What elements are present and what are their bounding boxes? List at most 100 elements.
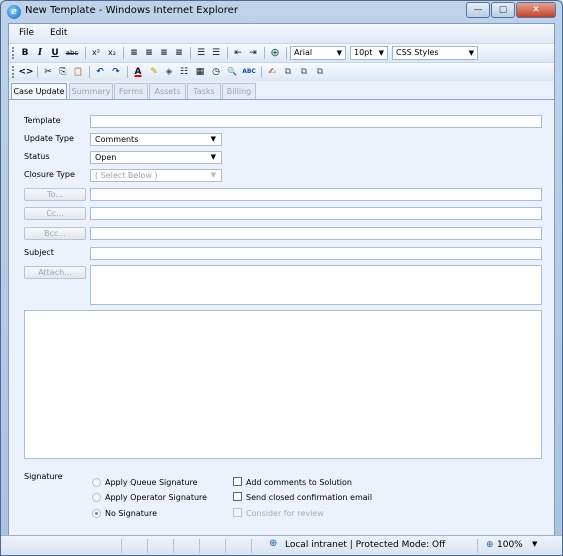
insert-solution-icon[interactable]: ⧉ <box>297 65 311 79</box>
status-label: Status <box>24 152 50 161</box>
superscript-button[interactable]: x² <box>89 46 103 60</box>
highlight-icon[interactable]: ✎ <box>147 65 161 79</box>
horizontal-rule-icon[interactable]: ☷ <box>177 65 191 79</box>
closure-type-value: ( Select Below ) <box>95 171 158 180</box>
maximize-button[interactable]: ▢ <box>491 2 515 18</box>
menu-file[interactable]: File <box>19 28 34 38</box>
closure-type-select[interactable]: ( Select Below ) ▼ <box>90 169 222 182</box>
send-closed-email-checkbox[interactable] <box>233 492 242 501</box>
outdent-icon[interactable]: ⇤ <box>231 46 245 60</box>
status-separator <box>173 539 174 553</box>
to-button[interactable]: To... <box>24 188 86 201</box>
redo-icon[interactable]: ↷ <box>109 65 123 79</box>
minimize-button[interactable]: — <box>466 2 490 18</box>
consider-for-review-checkbox[interactable] <box>233 508 242 517</box>
align-center-icon[interactable]: ≡ <box>142 46 156 60</box>
template-input[interactable] <box>90 115 542 128</box>
tab-billing[interactable]: Billing <box>222 83 256 100</box>
paste-icon[interactable]: 📋 <box>71 65 85 79</box>
insert-document-icon[interactable]: ⧉ <box>313 65 327 79</box>
chevron-down-icon: ▼ <box>210 171 216 179</box>
zoom-dropdown-icon[interactable]: ▼ <box>532 540 537 548</box>
consider-for-review-label: Consider for review <box>246 509 324 518</box>
toolbar-separator <box>264 47 265 59</box>
window-title: New Template - Windows Internet Explorer <box>25 5 238 16</box>
tab-forms[interactable]: Forms <box>114 83 148 100</box>
add-comments-label: Add comments to Solution <box>246 478 352 487</box>
apply-queue-signature-radio[interactable] <box>92 478 101 487</box>
security-zone-text[interactable]: Local intranet | Protected Mode: Off <box>285 540 445 550</box>
undo-icon[interactable]: ↶ <box>93 65 107 79</box>
attach-button[interactable]: Attach... <box>24 266 86 279</box>
zoom-level[interactable]: 100% <box>497 540 523 550</box>
font-family-select[interactable]: Arial ▼ <box>290 46 346 60</box>
toolbar-grip[interactable] <box>12 66 14 78</box>
no-signature-label: No Signature <box>105 509 158 518</box>
message-body-editor[interactable] <box>24 310 542 459</box>
chevron-down-icon: ▼ <box>336 49 342 57</box>
ordered-list-icon[interactable]: ☰ <box>194 46 208 60</box>
format-toolbar: B I U abc x² x₂ ≡ ≡ ≡ ≡ ☰ ☰ ⇤ ⇥ ⊕ Arial ▼ <box>9 43 554 62</box>
no-signature-radio[interactable] <box>92 509 101 518</box>
internet-explorer-icon: e <box>7 5 21 19</box>
tab-assets[interactable]: Assets <box>149 83 186 100</box>
font-size-select[interactable]: 10pt ▼ <box>350 46 388 60</box>
closure-type-label: Closure Type <box>24 170 75 179</box>
send-closed-email-label: Send closed confirmation email <box>246 493 373 502</box>
align-left-icon[interactable]: ≡ <box>127 46 141 60</box>
cc-input[interactable] <box>90 207 542 220</box>
find-icon[interactable]: 🔍 <box>225 65 239 79</box>
strikethrough-button[interactable]: abc <box>63 46 81 60</box>
to-input[interactable] <box>90 188 542 201</box>
underline-button[interactable]: U <box>48 46 62 60</box>
menu-edit[interactable]: Edit <box>50 28 67 38</box>
toolbar-grip[interactable] <box>12 47 14 59</box>
table-icon[interactable]: ▦ <box>193 65 207 79</box>
toolbar-separator <box>227 47 228 59</box>
apply-operator-signature-radio[interactable] <box>92 493 101 502</box>
zoom-icon: ⊕ <box>486 540 494 550</box>
align-right-icon[interactable]: ≡ <box>157 46 171 60</box>
edit-note-icon[interactable]: ✍ <box>265 65 279 79</box>
toolbar-separator <box>37 66 38 78</box>
bcc-button[interactable]: Bcc... <box>24 227 86 240</box>
close-button[interactable]: ✕ <box>516 2 556 18</box>
clock-icon[interactable]: ◷ <box>209 65 223 79</box>
spellcheck-icon[interactable]: ABC <box>240 65 258 79</box>
cc-button[interactable]: Cc... <box>24 207 86 220</box>
menu-bar: File Edit <box>9 24 554 43</box>
css-style-select[interactable]: CSS Styles ▼ <box>392 46 478 60</box>
tab-summary[interactable]: Summary <box>69 83 113 100</box>
hyperlink-globe-icon[interactable]: ⊕ <box>268 46 282 60</box>
bold-button[interactable]: B <box>18 46 32 60</box>
subject-input[interactable] <box>90 247 542 260</box>
italic-button[interactable]: I <box>33 46 47 60</box>
font-color-icon[interactable]: A <box>131 65 145 79</box>
tab-tasks[interactable]: Tasks <box>187 83 221 100</box>
bcc-input[interactable] <box>90 227 542 240</box>
case-update-panel: Template Update Type Comments ▼ Status Op… <box>9 99 554 536</box>
image-icon[interactable]: ◈ <box>162 65 176 79</box>
attachments-list[interactable] <box>90 265 542 305</box>
toolbar-separator <box>89 66 90 78</box>
toolbar-separator <box>127 66 128 78</box>
insert-template-icon[interactable]: ⧉ <box>281 65 295 79</box>
status-separator <box>199 539 200 553</box>
template-label: Template <box>24 116 61 125</box>
copy-icon[interactable]: ⎘ <box>56 65 70 79</box>
indent-icon[interactable]: ⇥ <box>246 46 260 60</box>
status-select[interactable]: Open ▼ <box>90 151 222 164</box>
toolbar-separator <box>123 47 124 59</box>
add-comments-checkbox[interactable] <box>233 477 242 486</box>
title-bar: e New Template - Windows Internet Explor… <box>1 1 562 23</box>
update-type-select[interactable]: Comments ▼ <box>90 133 222 146</box>
unordered-list-icon[interactable]: ☰ <box>209 46 223 60</box>
update-type-value: Comments <box>95 135 139 144</box>
tab-strip: Case Update Summary Forms Assets Tasks B… <box>9 83 554 101</box>
justify-icon[interactable]: ≡ <box>172 46 186 60</box>
html-source-icon[interactable]: <> <box>18 65 34 79</box>
css-style-value: CSS Styles <box>396 48 439 57</box>
cut-icon[interactable]: ✂ <box>41 65 55 79</box>
subscript-button[interactable]: x₂ <box>105 46 119 60</box>
update-type-label: Update Type <box>24 134 74 143</box>
